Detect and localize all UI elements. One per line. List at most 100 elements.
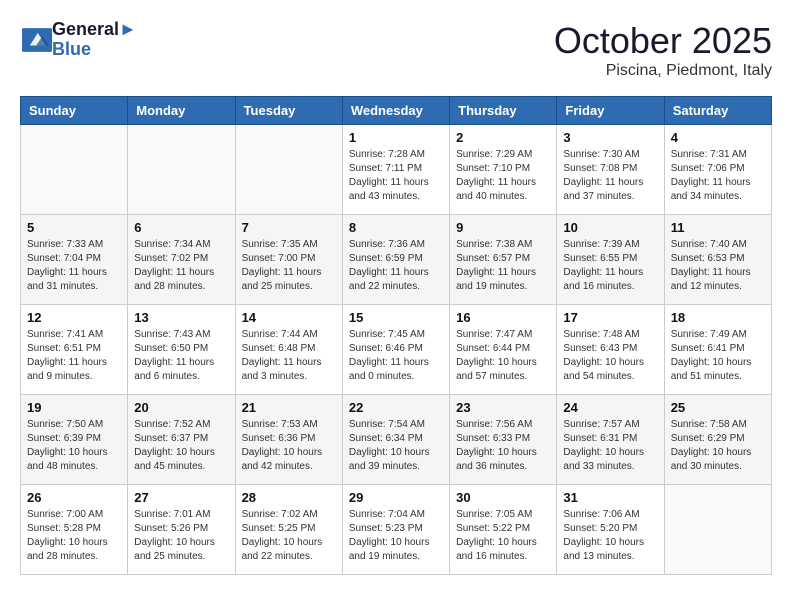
day-number: 1	[349, 130, 443, 145]
logo: General► Blue	[20, 20, 137, 60]
day-detail: Sunrise: 7:36 AM Sunset: 6:59 PM Dayligh…	[349, 238, 443, 294]
calendar-day-cell: 20 Sunrise: 7:52 AM Sunset: 6:37 PM Dayli…	[128, 395, 235, 485]
day-number: 15	[349, 310, 443, 325]
calendar-day-cell: 27 Sunrise: 7:01 AM Sunset: 5:26 PM Dayli…	[128, 485, 235, 575]
day-number: 12	[27, 310, 121, 325]
weekday-header-tuesday: Tuesday	[235, 97, 342, 125]
weekday-header-thursday: Thursday	[450, 97, 557, 125]
day-number: 5	[27, 220, 121, 235]
calendar-header-row: SundayMondayTuesdayWednesdayThursdayFrid…	[21, 97, 772, 125]
calendar-day-cell: 1 Sunrise: 7:28 AM Sunset: 7:11 PM Daylig…	[342, 125, 449, 215]
day-number: 18	[671, 310, 765, 325]
day-number: 28	[242, 490, 336, 505]
logo-text-line1: General►	[52, 20, 137, 40]
calendar-week-row: 26 Sunrise: 7:00 AM Sunset: 5:28 PM Dayli…	[21, 485, 772, 575]
day-detail: Sunrise: 7:28 AM Sunset: 7:11 PM Dayligh…	[349, 148, 443, 204]
calendar-day-cell: 22Sunrise: 7:54 AM Sunset: 6:34 PM Dayli…	[342, 395, 449, 485]
day-number: 31	[563, 490, 657, 505]
day-number: 2	[456, 130, 550, 145]
day-number: 17	[563, 310, 657, 325]
day-number: 24	[563, 400, 657, 415]
day-detail: Sunrise: 7:31 AM Sunset: 7:06 PM Dayligh…	[671, 148, 765, 204]
day-detail: Sunrise: 7:35 AM Sunset: 7:00 PM Dayligh…	[242, 238, 336, 294]
day-detail: Sunrise: 7:43 AM Sunset: 6:50 PM Dayligh…	[134, 328, 228, 384]
calendar-day-cell: 21Sunrise: 7:53 AM Sunset: 6:36 PM Dayli…	[235, 395, 342, 485]
calendar-day-cell: 6 Sunrise: 7:34 AM Sunset: 7:02 PM Daylig…	[128, 215, 235, 305]
day-detail: Sunrise: 7:06 AM Sunset: 5:20 PM Dayligh…	[563, 508, 657, 564]
title-block: October 2025 Piscina, Piedmont, Italy	[554, 20, 772, 80]
day-number: 23	[456, 400, 550, 415]
day-number: 7	[242, 220, 336, 235]
calendar-day-cell: 26 Sunrise: 7:00 AM Sunset: 5:28 PM Dayli…	[21, 485, 128, 575]
day-number: 20	[134, 400, 228, 415]
day-number: 29	[349, 490, 443, 505]
day-detail: Sunrise: 7:00 AM Sunset: 5:28 PM Dayligh…	[27, 508, 121, 564]
calendar-table: SundayMondayTuesdayWednesdayThursdayFrid…	[20, 96, 772, 575]
calendar-day-cell: 17 Sunrise: 7:48 AM Sunset: 6:43 PM Dayli…	[557, 305, 664, 395]
day-detail: Sunrise: 7:29 AM Sunset: 7:10 PM Dayligh…	[456, 148, 550, 204]
day-number: 11	[671, 220, 765, 235]
day-number: 27	[134, 490, 228, 505]
day-number: 30	[456, 490, 550, 505]
day-detail: Sunrise: 7:30 AM Sunset: 7:08 PM Dayligh…	[563, 148, 657, 204]
logo-icon	[22, 28, 52, 52]
calendar-day-cell: 7 Sunrise: 7:35 AM Sunset: 7:00 PM Daylig…	[235, 215, 342, 305]
calendar-week-row: 1 Sunrise: 7:28 AM Sunset: 7:11 PM Daylig…	[21, 125, 772, 215]
day-detail: Sunrise: 7:41 AM Sunset: 6:51 PM Dayligh…	[27, 328, 121, 384]
calendar-day-cell: 9 Sunrise: 7:38 AM Sunset: 6:57 PM Daylig…	[450, 215, 557, 305]
day-detail: Sunrise: 7:02 AM Sunset: 5:25 PM Dayligh…	[242, 508, 336, 564]
calendar-day-cell: 25 Sunrise: 7:58 AM Sunset: 6:29 PM Dayli…	[664, 395, 771, 485]
day-detail: Sunrise: 7:39 AM Sunset: 6:55 PM Dayligh…	[563, 238, 657, 294]
day-number: 21	[242, 400, 336, 415]
day-detail: Sunrise: 7:54 AM Sunset: 6:34 PM Dayligh…	[349, 418, 443, 474]
day-detail: Sunrise: 7:45 AM Sunset: 6:46 PM Dayligh…	[349, 328, 443, 384]
calendar-day-cell: 4 Sunrise: 7:31 AM Sunset: 7:06 PM Daylig…	[664, 125, 771, 215]
day-number: 25	[671, 400, 765, 415]
day-detail: Sunrise: 7:34 AM Sunset: 7:02 PM Dayligh…	[134, 238, 228, 294]
calendar-day-cell: 3Sunrise: 7:30 AM Sunset: 7:08 PM Daylig…	[557, 125, 664, 215]
day-number: 4	[671, 130, 765, 145]
page-header: General► Blue October 2025 Piscina, Pied…	[20, 20, 772, 80]
weekday-header-wednesday: Wednesday	[342, 97, 449, 125]
calendar-day-cell: 23 Sunrise: 7:56 AM Sunset: 6:33 PM Dayli…	[450, 395, 557, 485]
day-detail: Sunrise: 7:48 AM Sunset: 6:43 PM Dayligh…	[563, 328, 657, 384]
day-detail: Sunrise: 7:01 AM Sunset: 5:26 PM Dayligh…	[134, 508, 228, 564]
calendar-day-cell: 19 Sunrise: 7:50 AM Sunset: 6:39 PM Dayli…	[21, 395, 128, 485]
location: Piscina, Piedmont, Italy	[554, 62, 772, 80]
day-detail: Sunrise: 7:04 AM Sunset: 5:23 PM Dayligh…	[349, 508, 443, 564]
day-detail: Sunrise: 7:57 AM Sunset: 6:31 PM Dayligh…	[563, 418, 657, 474]
calendar-day-cell: 5 Sunrise: 7:33 AM Sunset: 7:04 PM Daylig…	[21, 215, 128, 305]
calendar-day-cell: 15 Sunrise: 7:45 AM Sunset: 6:46 PM Dayli…	[342, 305, 449, 395]
day-number: 14	[242, 310, 336, 325]
calendar-empty-cell	[128, 125, 235, 215]
calendar-day-cell: 18Sunrise: 7:49 AM Sunset: 6:41 PM Dayli…	[664, 305, 771, 395]
calendar-day-cell: 14 Sunrise: 7:44 AM Sunset: 6:48 PM Dayli…	[235, 305, 342, 395]
calendar-day-cell: 13 Sunrise: 7:43 AM Sunset: 6:50 PM Dayli…	[128, 305, 235, 395]
calendar-day-cell: 2 Sunrise: 7:29 AM Sunset: 7:10 PM Daylig…	[450, 125, 557, 215]
day-detail: Sunrise: 7:58 AM Sunset: 6:29 PM Dayligh…	[671, 418, 765, 474]
day-detail: Sunrise: 7:40 AM Sunset: 6:53 PM Dayligh…	[671, 238, 765, 294]
calendar-day-cell: 24 Sunrise: 7:57 AM Sunset: 6:31 PM Dayli…	[557, 395, 664, 485]
day-number: 16	[456, 310, 550, 325]
day-detail: Sunrise: 7:33 AM Sunset: 7:04 PM Dayligh…	[27, 238, 121, 294]
day-detail: Sunrise: 7:38 AM Sunset: 6:57 PM Dayligh…	[456, 238, 550, 294]
day-number: 6	[134, 220, 228, 235]
day-number: 10	[563, 220, 657, 235]
calendar-week-row: 12 Sunrise: 7:41 AM Sunset: 6:51 PM Dayli…	[21, 305, 772, 395]
calendar-empty-cell	[21, 125, 128, 215]
day-detail: Sunrise: 7:50 AM Sunset: 6:39 PM Dayligh…	[27, 418, 121, 474]
day-number: 19	[27, 400, 121, 415]
day-number: 26	[27, 490, 121, 505]
calendar-day-cell: 8 Sunrise: 7:36 AM Sunset: 6:59 PM Daylig…	[342, 215, 449, 305]
calendar-empty-cell	[664, 485, 771, 575]
calendar-week-row: 19 Sunrise: 7:50 AM Sunset: 6:39 PM Dayli…	[21, 395, 772, 485]
day-detail: Sunrise: 7:56 AM Sunset: 6:33 PM Dayligh…	[456, 418, 550, 474]
day-detail: Sunrise: 7:44 AM Sunset: 6:48 PM Dayligh…	[242, 328, 336, 384]
day-number: 8	[349, 220, 443, 235]
day-number: 13	[134, 310, 228, 325]
day-number: 9	[456, 220, 550, 235]
calendar-day-cell: 28 Sunrise: 7:02 AM Sunset: 5:25 PM Dayli…	[235, 485, 342, 575]
calendar-week-row: 5 Sunrise: 7:33 AM Sunset: 7:04 PM Daylig…	[21, 215, 772, 305]
day-detail: Sunrise: 7:05 AM Sunset: 5:22 PM Dayligh…	[456, 508, 550, 564]
day-detail: Sunrise: 7:52 AM Sunset: 6:37 PM Dayligh…	[134, 418, 228, 474]
